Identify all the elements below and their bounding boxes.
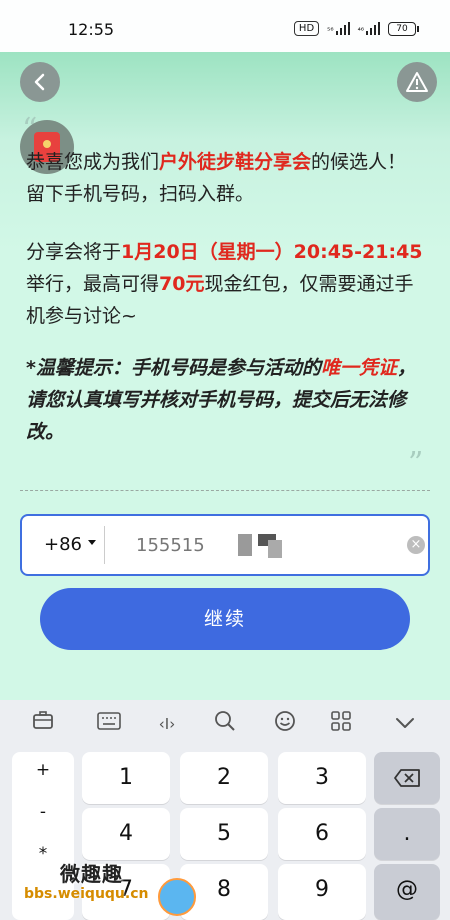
- search-icon[interactable]: [210, 710, 240, 738]
- at-key[interactable]: @: [374, 864, 440, 920]
- key-2[interactable]: 2: [180, 752, 268, 804]
- close-quote-icon: ”: [408, 446, 424, 481]
- dashed-divider: [20, 490, 430, 491]
- emoji-icon[interactable]: [270, 710, 300, 738]
- signal-icon: ⁴⁶: [358, 22, 380, 35]
- key-1[interactable]: 1: [82, 752, 170, 804]
- phone-input[interactable]: [134, 532, 278, 558]
- key-9[interactable]: 9: [278, 864, 366, 920]
- country-code-select[interactable]: +86: [44, 534, 82, 555]
- hd-badge: HD: [293, 21, 320, 36]
- chevron-left-icon: [34, 73, 45, 91]
- cursor-move-icon[interactable]: ‹I›: [152, 710, 182, 738]
- back-button[interactable]: [20, 62, 60, 102]
- details-text-part: 举行，最高可得: [26, 273, 160, 295]
- warning-triangle-icon: [406, 72, 428, 92]
- tip-text-part: *温馨提示：手机号码是参与活动的: [26, 357, 321, 379]
- clear-icon[interactable]: ×: [407, 536, 425, 554]
- watermark-mascot-icon: [158, 878, 196, 916]
- intro-text-part: 的候选人！: [311, 151, 407, 173]
- symbol-key-minus[interactable]: -: [12, 802, 74, 822]
- status-bar: 12:55 HD ⁵⁶ ⁴⁶ 70: [0, 0, 450, 52]
- signal-label: ⁴⁶: [357, 26, 364, 35]
- input-separator: [104, 526, 105, 564]
- site-watermark: 微趣趣 bbs.weiququ.cn: [20, 852, 200, 918]
- dot-key[interactable]: .: [374, 808, 440, 860]
- keyboard-icon[interactable]: [94, 710, 124, 738]
- intro-instruction: 留下手机号码，扫码入群。: [26, 183, 255, 205]
- battery-icon: 70: [388, 21, 419, 36]
- toolbox-icon[interactable]: [28, 710, 58, 738]
- tip-highlight: 唯一凭证: [320, 357, 397, 379]
- keyboard-toolbar: ‹I›: [0, 700, 450, 748]
- key-3[interactable]: 3: [278, 752, 366, 804]
- report-button[interactable]: [397, 62, 437, 102]
- event-details: 分享会将于1月20日（星期一）20:45-21:45举行，最高可得70元现金红包…: [26, 236, 426, 332]
- details-text-part: 分享会将于: [26, 241, 122, 263]
- watermark-title: 微趣趣: [60, 862, 123, 886]
- intro-text: 恭喜您成为我们户外徒步鞋分享会的候选人！ 留下手机号码，扫码入群。: [26, 146, 426, 210]
- watermark-url: bbs.weiququ.cn: [24, 886, 149, 902]
- caret-down-icon[interactable]: [88, 540, 96, 545]
- apps-grid-icon[interactable]: [326, 710, 356, 738]
- continue-button[interactable]: 继续: [40, 588, 410, 650]
- chevron-down-icon[interactable]: [390, 710, 420, 738]
- event-date: 1月20日（星期一）20:45-21:45: [121, 241, 423, 263]
- backspace-key[interactable]: [374, 752, 440, 804]
- event-name: 户外徒步鞋分享会: [159, 151, 312, 173]
- reward-amount: 70元: [159, 273, 205, 295]
- backspace-icon: [394, 769, 420, 787]
- symbol-key-plus[interactable]: +: [12, 760, 74, 780]
- signal-icon: ⁵⁶: [327, 22, 350, 35]
- warm-tip: *温馨提示：手机号码是参与活动的唯一凭证，请您认真填写并核对手机号码，提交后无法…: [26, 352, 426, 448]
- signal-label: ⁵⁶: [327, 26, 334, 35]
- intro-text-part: 恭喜您成为我们: [26, 151, 160, 173]
- landing-page: “ 恭喜您成为我们户外徒步鞋分享会的候选人！ 留下手机号码，扫码入群。 分享会将…: [0, 52, 450, 700]
- redacted-digits: [238, 534, 252, 556]
- key-6[interactable]: 6: [278, 808, 366, 860]
- phone-input-group: +86 ×: [20, 514, 430, 576]
- status-icons: HD ⁵⁶ ⁴⁶ 70: [293, 21, 419, 36]
- redacted-digits: [268, 540, 282, 558]
- status-time: 12:55: [68, 20, 115, 39]
